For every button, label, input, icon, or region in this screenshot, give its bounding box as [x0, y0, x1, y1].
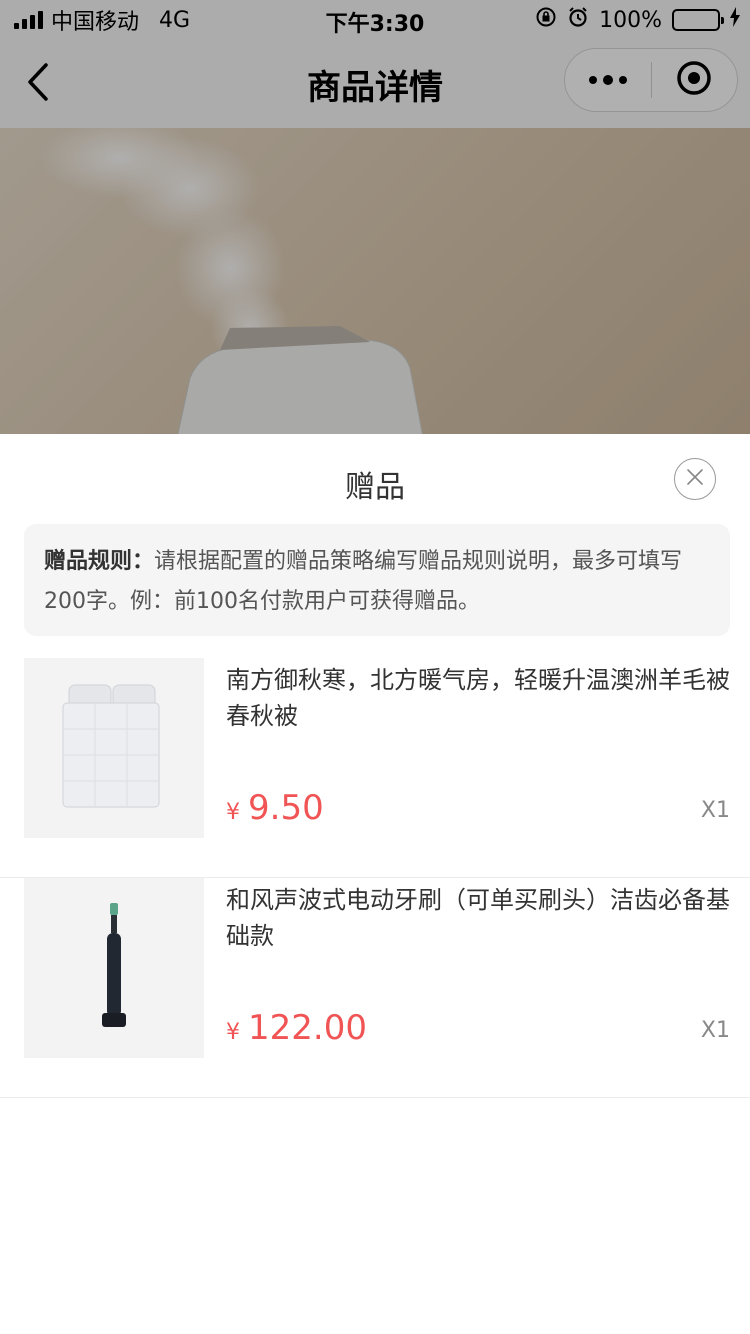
gift-rules-label: 赠品规则：: [44, 549, 155, 574]
price-value: 122.00: [248, 1008, 367, 1048]
quilt-bed-icon: [59, 681, 169, 815]
currency-symbol: ¥: [226, 1020, 240, 1045]
gift-item[interactable]: 和风声波式电动牙刷（可单买刷头）洁齿必备基础款 ¥ 122.00 X1: [0, 878, 750, 1098]
gift-name: 和风声波式电动牙刷（可单买刷头）洁齿必备基础款: [226, 886, 730, 950]
gift-price: ¥ 122.00: [226, 1008, 367, 1048]
price-value: 9.50: [248, 788, 324, 828]
gift-sheet: 赠品 赠品规则：请根据配置的赠品策略编写赠品规则说明，最多可填写200字。例：前…: [0, 434, 750, 1334]
close-icon: [685, 467, 705, 491]
gift-quantity: X1: [700, 1018, 730, 1043]
sheet-title: 赠品: [345, 470, 405, 505]
gift-name: 南方御秋寒，北方暖气房，轻暖升温澳洲羊毛被 春秋被: [226, 666, 730, 730]
currency-symbol: ¥: [226, 800, 240, 825]
gift-rules-box: 赠品规则：请根据配置的赠品策略编写赠品规则说明，最多可填写200字。例：前100…: [24, 524, 730, 636]
gift-quantity: X1: [700, 798, 730, 823]
gift-price: ¥ 9.50: [226, 788, 324, 828]
gift-image: [24, 658, 204, 838]
electric-toothbrush-icon: [94, 901, 134, 1035]
gift-image: [24, 878, 204, 1058]
close-button[interactable]: [674, 458, 716, 500]
modal-mask[interactable]: [0, 0, 750, 434]
gift-item[interactable]: 南方御秋寒，北方暖气房，轻暖升温澳洲羊毛被 春秋被 ¥ 9.50 X1: [0, 658, 750, 878]
